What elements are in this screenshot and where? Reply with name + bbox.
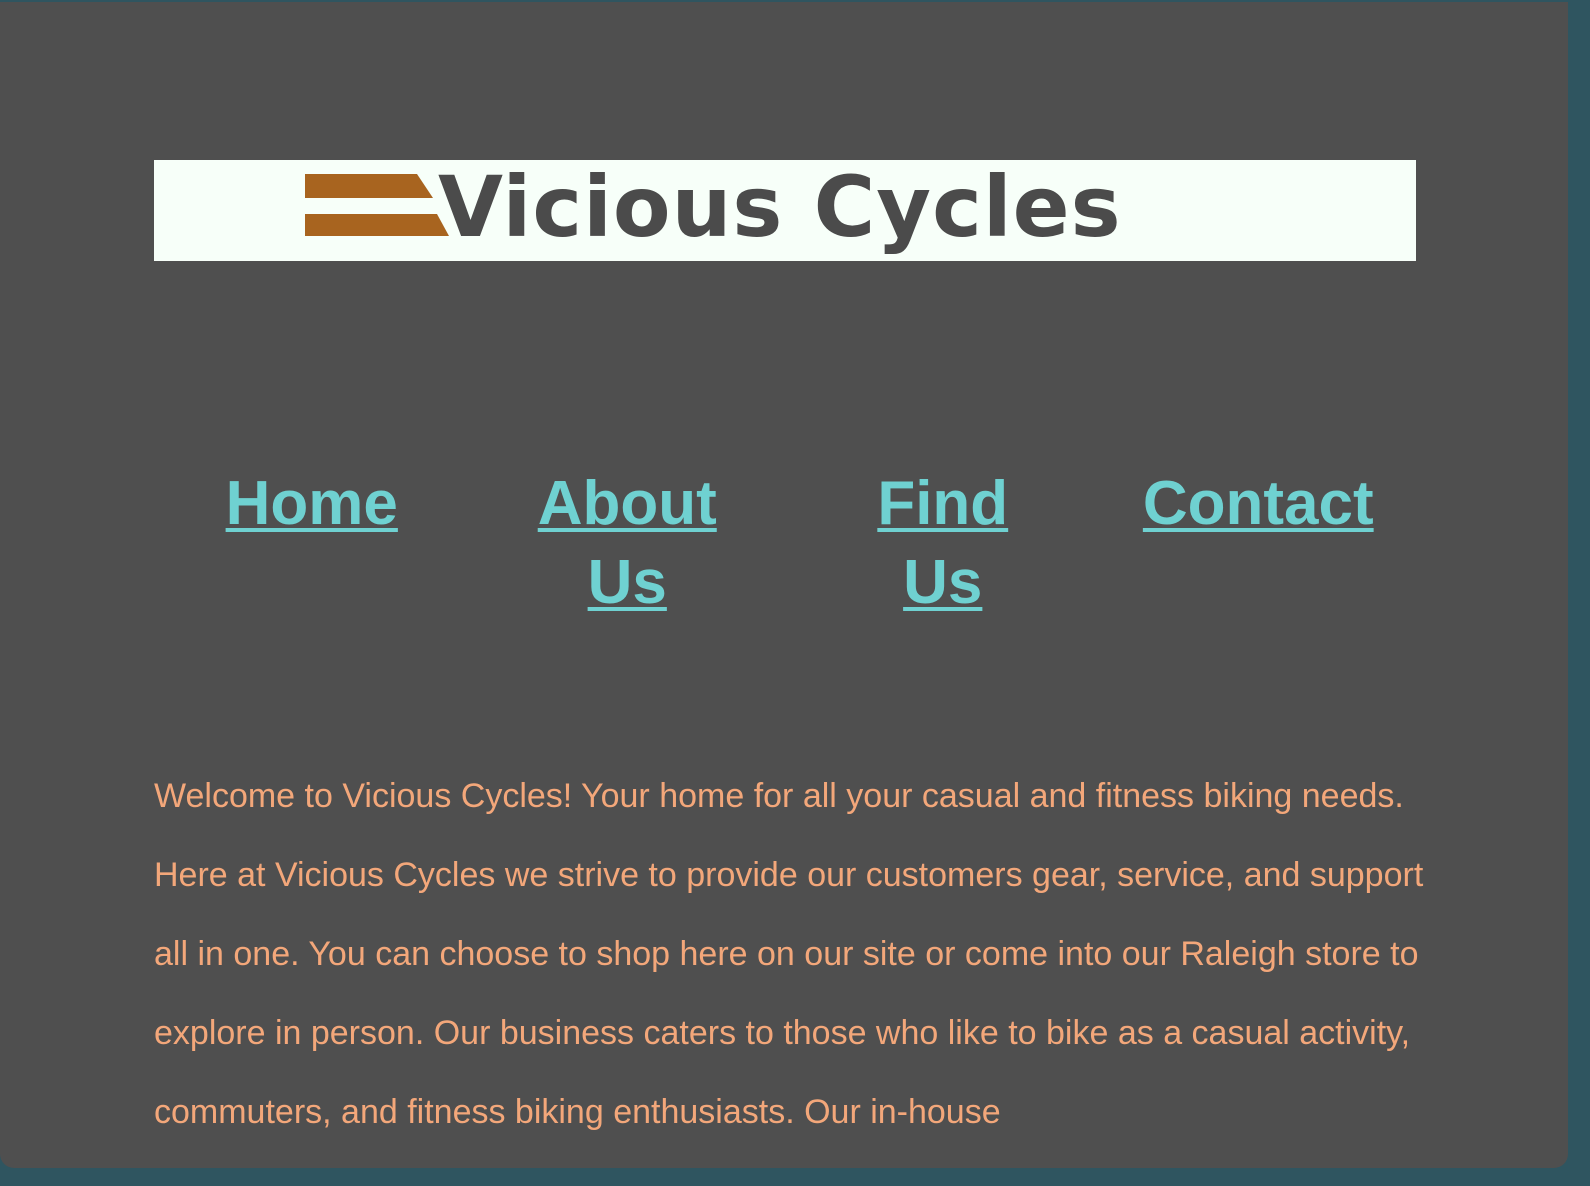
nav-link-about-us[interactable]: About Us [532, 464, 722, 622]
site-logo-banner[interactable]: Vicious Cycles [154, 158, 1416, 261]
main-navigation: Home About Us Find Us Contact [154, 464, 1416, 622]
nav-item-about-us: About Us [470, 464, 786, 622]
nav-item-home: Home [154, 464, 470, 622]
logo-stripes-icon [305, 174, 449, 236]
intro-paragraph: Welcome to Vicious Cycles! Your home for… [154, 777, 1424, 1131]
logo-text: Vicious Cycles [438, 158, 1122, 256]
nav-link-contact[interactable]: Contact [1143, 469, 1374, 538]
page-window: Vicious Cycles Home About Us Find Us Con… [0, 2, 1568, 1168]
nav-item-contact: Contact [1101, 464, 1417, 622]
nav-link-find-us[interactable]: Find Us [873, 464, 1013, 622]
nav-link-home[interactable]: Home [226, 469, 398, 538]
nav-item-find-us: Find Us [785, 464, 1101, 622]
